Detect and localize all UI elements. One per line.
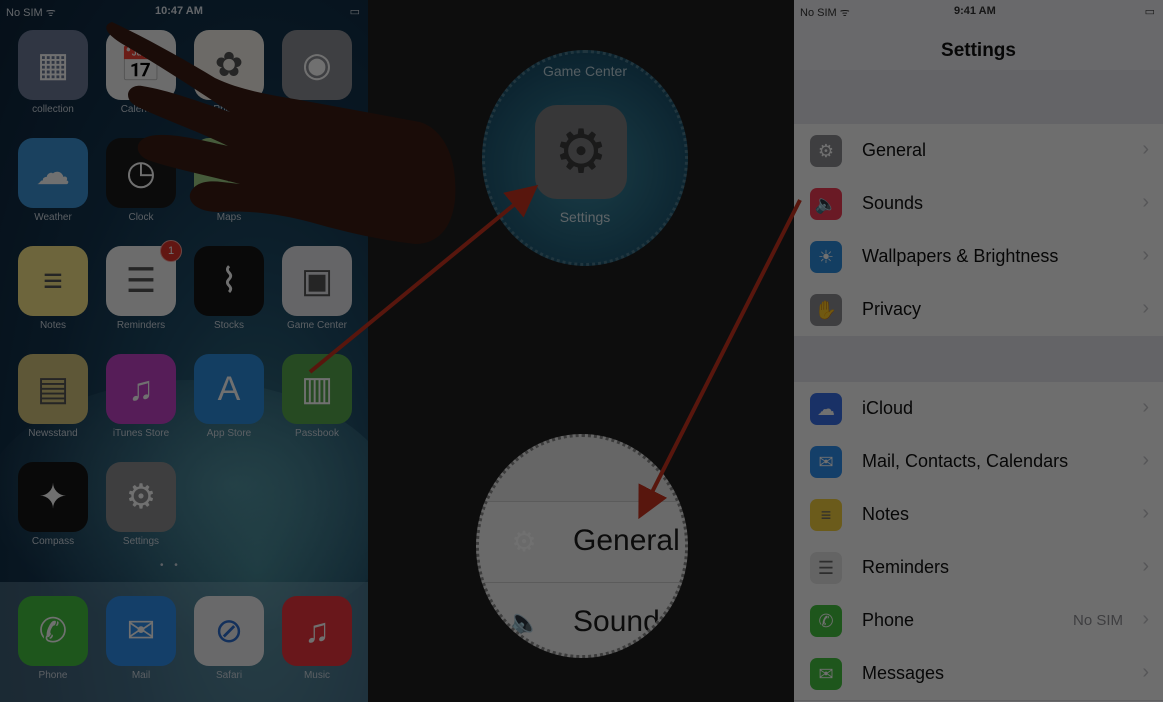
pointing-hand-icon <box>106 22 456 244</box>
tutorial-image: No SIM ᯤ 10:47 AM ▭ ▦ collection 📅 Calendar… <box>0 0 1163 702</box>
